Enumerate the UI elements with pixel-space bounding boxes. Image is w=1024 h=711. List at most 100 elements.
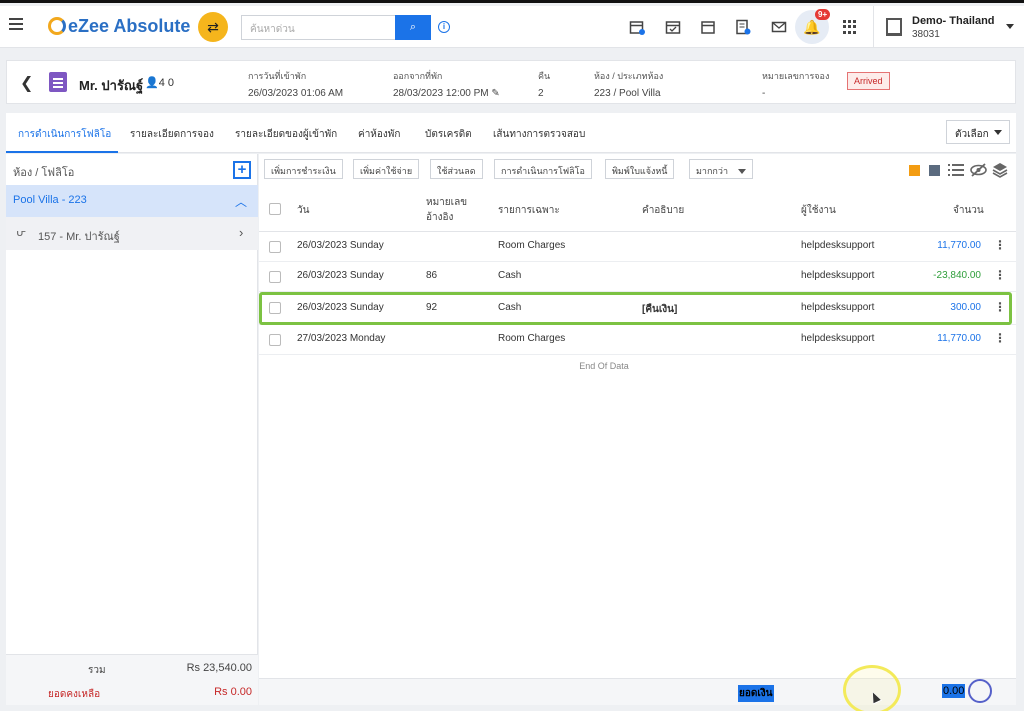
app-name: eZee Absolute — [68, 15, 191, 36]
table-row[interactable]: 26/03/2023 Sunday 86 Cash helpdesksuppor… — [259, 262, 1016, 292]
more-button[interactable]: มากกว่า — [689, 159, 753, 179]
checkout-value[interactable]: 28/03/2023 12:00 PM ✎ — [393, 88, 500, 99]
chevron-down-icon — [994, 130, 1002, 135]
active-tab-indicator — [6, 151, 118, 153]
mail-icon[interactable] — [770, 19, 788, 35]
list-icon[interactable] — [948, 163, 964, 177]
tab-folio-operations[interactable]: การดำเนินการโฟลิโอ — [18, 127, 111, 142]
add-folio-icon[interactable]: + — [233, 161, 251, 179]
col-ref-line1[interactable]: หมายเลข — [426, 195, 467, 210]
select-all-checkbox[interactable] — [269, 203, 281, 215]
checkin-value: 26/03/2023 01:06 AM — [248, 88, 344, 99]
info-icon[interactable]: i — [438, 21, 450, 33]
more-label: มากกว่า — [696, 166, 728, 176]
row-user: helpdesksupport — [801, 270, 875, 281]
nights-field: คืน 2 — [538, 69, 550, 99]
row-user: helpdesksupport — [801, 333, 875, 344]
room-folio-label: Pool Villa - 223 — [13, 194, 87, 206]
apply-discount-button[interactable]: ใช้ส่วนลด — [430, 159, 483, 179]
apps-icon[interactable] — [843, 20, 857, 34]
checkin-field: การวันที่เข้าพัก 26/03/2023 01:06 AM — [248, 69, 343, 99]
row-amount: -23,840.00 — [933, 270, 981, 281]
resno-value: - — [762, 88, 766, 99]
row-item: Cash — [498, 270, 522, 281]
options-dropdown[interactable]: ตัวเลือก — [946, 120, 1010, 144]
row-menu-icon[interactable]: ⋮ — [994, 269, 1006, 281]
table-header: วัน หมายเลข อ้างอิง รายการเฉพาะ คำอธิบาย… — [259, 188, 1016, 232]
footer-balance-label: ยอดเงิน — [738, 685, 774, 702]
calendar-check-icon[interactable] — [664, 19, 682, 35]
menu-icon[interactable] — [9, 18, 23, 30]
table-row[interactable]: 27/03/2023 Monday Room Charges helpdesks… — [259, 325, 1016, 355]
top-nav-bar: eZee Absolute ⇄ ค้นหาด่วน ⌕ i 🔔 9+ Demo-… — [0, 6, 1024, 48]
search-icon: ⌕ — [409, 21, 417, 33]
tab-guest-details[interactable]: รายละเอียดของผู้เข้าพัก — [235, 127, 337, 142]
col-date[interactable]: วัน — [297, 203, 309, 218]
row-date: 26/03/2023 Sunday — [297, 270, 384, 281]
balance-value: Rs 0.00 — [214, 686, 252, 698]
row-checkbox[interactable] — [269, 241, 281, 253]
grey-square-icon[interactable] — [929, 165, 940, 176]
nights-label: คืน — [538, 71, 551, 81]
resno-field: หมายเลขการจอง - — [762, 69, 829, 99]
notification-badge: 9+ — [815, 9, 831, 20]
folio-sidebar-title: ห้อง / โฟลิโอ — [13, 167, 75, 179]
row-checkbox[interactable] — [269, 334, 281, 346]
row-menu-icon[interactable]: ⋮ — [994, 332, 1006, 344]
hotel-name[interactable]: Demo- Thailand — [912, 15, 995, 27]
edit-icon[interactable]: ✎ — [491, 88, 499, 99]
col-user[interactable]: ผู้ใช้งาน — [801, 203, 836, 218]
back-arrow-icon[interactable]: ❮ — [20, 73, 33, 93]
row-date: 26/03/2023 Sunday — [297, 240, 384, 251]
hotel-dropdown-icon[interactable] — [1006, 24, 1014, 29]
guest-name: Mr. ปารัณฐ์ — [79, 78, 144, 93]
row-ref: 86 — [426, 270, 438, 281]
search-button[interactable]: ⌕ — [395, 15, 431, 40]
calendar-add-icon[interactable] — [628, 19, 646, 35]
row-amount: 11,770.00 — [937, 240, 981, 251]
checkout-label: ออกจากที่พัก — [393, 71, 443, 81]
tab-credit-card[interactable]: บัตรเครดิต — [425, 127, 472, 142]
col-item[interactable]: รายการเฉพาะ — [498, 203, 560, 218]
print-invoice-button[interactable]: พิมพ์ใบแจ้งหนี้ — [605, 159, 675, 179]
chevron-down-icon — [738, 169, 746, 175]
app-logo[interactable]: eZee Absolute — [48, 14, 190, 38]
row-checkbox[interactable] — [269, 271, 281, 283]
orange-square-icon[interactable] — [909, 165, 920, 176]
row-menu-icon[interactable]: ⋮ — [994, 239, 1006, 251]
calendar-icon[interactable] — [699, 19, 717, 35]
row-user: helpdesksupport — [801, 240, 875, 251]
app-frame: eZee Absolute ⇄ ค้นหาด่วน ⌕ i 🔔 9+ Demo-… — [0, 0, 1024, 711]
balance-label: ยอดคงเหลือ — [48, 689, 101, 700]
tab-reservation-details[interactable]: รายละเอียดการจอง — [130, 127, 214, 142]
tab-audit-trail[interactable]: เส้นทางการตรวจสอบ — [493, 127, 585, 142]
col-description[interactable]: คำอธิบาย — [642, 203, 684, 218]
chevron-right-icon[interactable]: › — [239, 225, 243, 240]
nights-value: 2 — [538, 88, 544, 99]
guest-folio-item[interactable]: ᕂ 157 - Mr. ปารัณฐ์ › — [6, 217, 258, 250]
search-input[interactable]: ค้นหาด่วน — [241, 15, 395, 40]
total-value: Rs 23,540.00 — [186, 662, 252, 674]
room-folio-item[interactable]: Pool Villa - 223 ︿ — [6, 185, 258, 217]
status-badge: Arrived — [847, 72, 890, 90]
tab-room-charges[interactable]: ค่าห้องพัก — [358, 127, 400, 142]
layers-icon[interactable] — [992, 162, 1008, 178]
col-amount[interactable]: จำนวน — [953, 203, 984, 218]
table-row[interactable]: 26/03/2023 Sunday Room Charges helpdesks… — [259, 232, 1016, 262]
invoice-icon[interactable] — [734, 19, 752, 35]
guest-header: ❮ Mr. ปารัณฐ์ 👤4 0 การวันที่เข้าพัก 26/0… — [6, 60, 1016, 104]
chevron-up-icon[interactable]: ︿ — [235, 193, 247, 210]
adult-icon: 👤 — [145, 77, 159, 89]
add-charge-button[interactable]: เพิ่มค่าใช้จ่าย — [353, 159, 420, 179]
total-label: รวม — [88, 665, 106, 676]
hide-icon[interactable] — [970, 163, 987, 177]
shuffle-icon[interactable]: ⇄ — [198, 12, 228, 42]
logo-icon — [48, 17, 66, 35]
add-payment-button[interactable]: เพิ่มการชำระเงิน — [264, 159, 343, 179]
sidebar-totals: รวม Rs 23,540.00 ยอดคงเหลือ Rs 0.00 — [6, 654, 258, 705]
balance-footer: ยอดเงิน 0.00 — [259, 678, 1016, 705]
end-of-data-text: End Of Data — [579, 361, 629, 371]
room-icon — [49, 72, 67, 92]
folio-operations-button[interactable]: การดำเนินการโฟลิโอ — [494, 159, 592, 179]
col-ref-line2[interactable]: อ้างอิง — [426, 210, 453, 225]
